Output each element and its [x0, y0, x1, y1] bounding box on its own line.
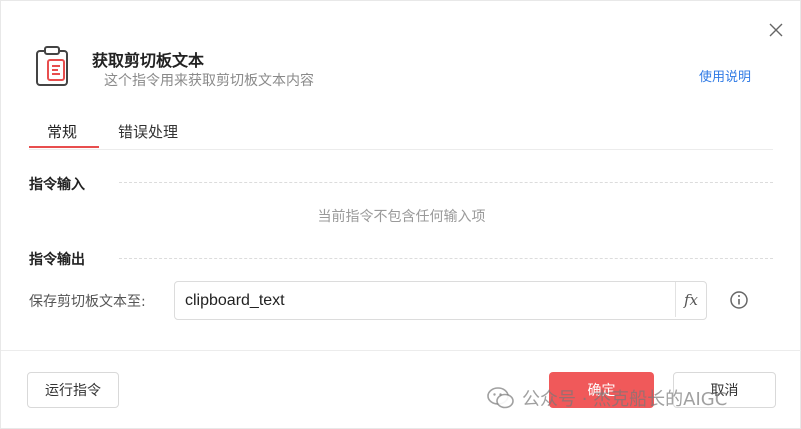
info-icon[interactable] [729, 290, 749, 310]
output-variable-input[interactable] [183, 282, 667, 319]
output-field-label: 保存剪切板文本至: [29, 294, 146, 310]
help-link[interactable]: 使用说明 [699, 66, 751, 85]
output-variable-field: fx [174, 281, 707, 320]
tab-general[interactable]: 常规 [47, 121, 77, 142]
section-divider [119, 182, 773, 183]
close-button[interactable] [765, 19, 787, 41]
run-command-button[interactable]: 运行指令 [27, 372, 119, 408]
section-title-output: 指令输出 [29, 252, 85, 268]
clipboard-icon [36, 46, 68, 86]
fx-button[interactable]: fx [675, 282, 706, 317]
dialog-title: 获取剪切板文本 [92, 51, 205, 70]
active-tab-indicator [29, 146, 99, 148]
section-title-input: 指令输入 [29, 177, 85, 193]
cancel-button[interactable]: 取消 [673, 372, 776, 408]
dialog: 获取剪切板文本 这个指令用来获取剪切板文本内容 使用说明 常规 错误处理 指令输… [0, 0, 801, 429]
empty-input-note: 当前指令不包含任何输入项 [317, 209, 486, 225]
footer-divider [1, 350, 801, 351]
confirm-button[interactable]: 确定 [549, 372, 654, 408]
wechat-icon [487, 387, 514, 409]
dialog-subtitle: 这个指令用来获取剪切板文本内容 [104, 73, 314, 89]
section-divider [119, 258, 773, 259]
close-icon [769, 23, 783, 37]
tab-error-handling[interactable]: 错误处理 [118, 121, 178, 142]
tab-bar: 常规 错误处理 [29, 115, 773, 150]
